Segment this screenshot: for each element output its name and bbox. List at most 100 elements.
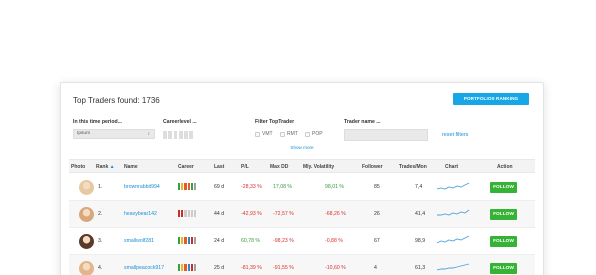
trades-per-month-value: 41,4 <box>415 211 426 217</box>
time-period-select[interactable]: Ipsum ↕ <box>73 129 155 139</box>
column-last[interactable]: Last <box>214 164 224 170</box>
column-photo: Photo <box>71 164 86 170</box>
career-level-bar <box>181 264 184 271</box>
column-rank[interactable]: Rank ▲ <box>96 164 115 170</box>
follow-button[interactable]: FOLLOW <box>490 236 517 247</box>
chevron-updown-icon: ↕ <box>147 131 150 136</box>
pl-value: -42,93 % <box>241 211 262 217</box>
performance-sparkline <box>437 235 470 244</box>
follow-button[interactable]: FOLLOW <box>490 182 517 193</box>
checkbox-icon <box>305 131 310 137</box>
volatility-value: -0,88 % <box>325 238 343 244</box>
career-level-bars <box>178 210 197 217</box>
performance-sparkline <box>437 263 470 271</box>
column-action: Action <box>497 164 513 170</box>
career-level-box[interactable] <box>173 131 178 139</box>
volatility-value: -68,26 % <box>325 211 346 217</box>
portfolios-ranking-button[interactable]: PORTFOLIOS RANKING LIST <box>453 93 529 113</box>
filter-rmt-label: RMT <box>287 131 298 137</box>
career-level-bar <box>193 264 197 271</box>
career-level-bar <box>190 183 193 190</box>
rank-value: 2. <box>98 211 103 217</box>
rank-value: 4. <box>98 265 103 271</box>
career-level-box[interactable] <box>184 131 188 139</box>
career-level-box[interactable] <box>178 131 183 139</box>
filter-vmt-label: VMT <box>262 131 273 137</box>
filter-pop-label: POP <box>312 131 323 137</box>
show-more-link[interactable]: Show more <box>61 145 543 150</box>
table-header: Photo Rank ▲ Name Career Last P/L Max DD… <box>69 159 535 173</box>
results-title: Top Traders found: 1736 <box>73 96 160 105</box>
career-level-bar <box>193 183 197 190</box>
max-dd-value: 17,08 % <box>273 184 293 190</box>
follower-value: 85 <box>374 184 380 190</box>
last-active-value: 69 d <box>214 184 225 190</box>
filter-vmt-checkbox[interactable]: VMT <box>255 131 273 137</box>
career-level-bar <box>181 183 184 190</box>
career-level-box[interactable] <box>168 131 172 139</box>
career-level-bar <box>193 210 197 217</box>
career-level-bar <box>178 237 181 244</box>
follower-value: 26 <box>374 211 380 217</box>
filter-rmt-checkbox[interactable]: RMT <box>280 131 298 137</box>
trader-name-input[interactable] <box>344 129 428 141</box>
table-row[interactable]: 2. heavybear142 44 d -42,93 % -72,57 % -68,26… <box>69 201 535 228</box>
pl-value: 60,78 % <box>241 238 261 244</box>
career-level-bar <box>184 237 187 244</box>
career-level-bar <box>178 183 181 190</box>
performance-sparkline <box>437 209 470 216</box>
pl-value: -81,39 % <box>241 265 262 271</box>
table-row[interactable]: 1. brownrabbit994 69 d -28,33 % 17,08 % 98,01… <box>69 174 535 201</box>
follow-button[interactable]: FOLLOW <box>490 263 517 274</box>
column-trades-mon[interactable]: Trades/Mon <box>399 164 427 170</box>
career-level-box[interactable] <box>163 131 167 139</box>
career-level-bar <box>190 210 193 217</box>
column-max-dd[interactable]: Max DD <box>270 164 288 170</box>
column-chart: Chart <box>445 164 459 170</box>
column-pl[interactable]: P/L <box>241 164 249 170</box>
career-level-box[interactable] <box>189 131 193 139</box>
reset-filters-link[interactable]: reset filters <box>442 132 468 138</box>
career-level-bars <box>178 237 197 244</box>
column-rank-label: Rank <box>96 164 109 170</box>
follow-button[interactable]: FOLLOW <box>490 209 517 220</box>
column-career[interactable]: Career <box>178 164 194 170</box>
trader-name-link[interactable]: smallpeacock917 <box>124 265 164 271</box>
trades-per-month-value: 98,9 <box>415 238 426 244</box>
career-level-bar <box>181 237 184 244</box>
career-level-bar <box>184 210 187 217</box>
top-traders-panel: Top Traders found: 1736 PORTFOLIOS RANKI… <box>60 82 544 275</box>
column-name[interactable]: Name <box>124 164 138 170</box>
careerlevel-selector[interactable] <box>163 131 193 139</box>
page: Top Traders found: 1736 PORTFOLIOS RANKI… <box>0 0 596 275</box>
avatar <box>79 180 94 195</box>
column-volatility[interactable]: Mly. Volatility <box>303 164 334 170</box>
avatar <box>79 234 94 249</box>
sort-up-icon: ▲ <box>109 164 115 170</box>
avatar <box>79 261 94 275</box>
careerlevel-label: Careerlevel ... <box>163 119 197 125</box>
volatility-value: 98,01 % <box>325 184 345 190</box>
checkbox-icon <box>255 131 260 137</box>
table-row[interactable]: 4. smallpeacock917 25 d -81,39 % -91,55 % -10… <box>69 255 535 275</box>
column-follower[interactable]: Follower <box>362 164 383 170</box>
career-level-bar <box>187 237 190 244</box>
time-period-label: In this time period... <box>73 119 122 125</box>
rank-value: 3. <box>98 238 103 244</box>
max-dd-value: -91,55 % <box>273 265 294 271</box>
career-level-bar <box>184 183 187 190</box>
trader-name-link[interactable]: brownrabbit994 <box>124 184 160 190</box>
last-active-value: 25 d <box>214 265 225 271</box>
filter-pop-checkbox[interactable]: POP <box>305 131 323 137</box>
last-active-value: 24 d <box>214 238 225 244</box>
pl-value: -28,33 % <box>241 184 262 190</box>
follower-value: 67 <box>374 238 380 244</box>
table-row[interactable]: 3. smallwolf281 24 d 60,78 % -98,23 % -0,88 %… <box>69 228 535 255</box>
trader-name-link[interactable]: heavybear142 <box>124 211 157 217</box>
career-level-bars <box>178 183 197 190</box>
volatility-value: -10,60 % <box>325 265 346 271</box>
trades-per-month-value: 7,4 <box>415 184 423 190</box>
career-level-bar <box>178 264 181 271</box>
performance-sparkline <box>437 182 470 190</box>
trader-name-link[interactable]: smallwolf281 <box>124 238 154 244</box>
